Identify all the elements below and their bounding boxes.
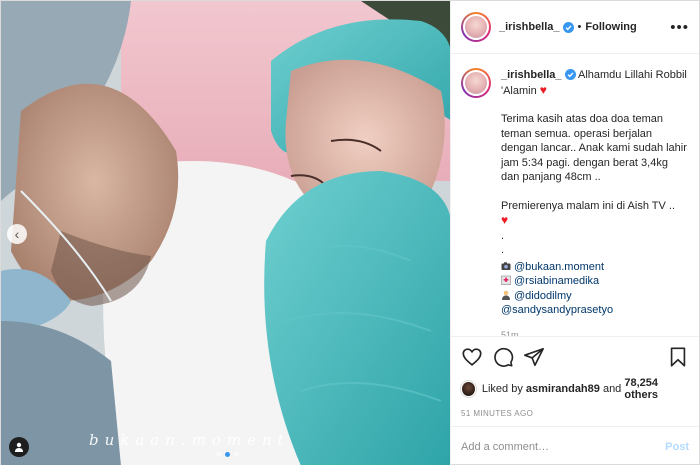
likes-summary: Liked by asmirandah89 and 78,254 others [461, 377, 689, 401]
mention-link[interactable]: @sandysandyprasetyo [501, 304, 613, 316]
following-button[interactable]: Following [585, 21, 636, 33]
instagram-post: bukaan.moment ‹ _irishbella_ • Following… [0, 0, 700, 465]
author-username[interactable]: _irishbella_ [499, 21, 560, 33]
add-comment-bar: Post [451, 426, 699, 465]
caption-paragraph-1: Terima kasih atas doa doa teman teman se… [501, 113, 687, 183]
more-options-icon[interactable]: ••• [670, 19, 689, 36]
caption-avatar[interactable] [461, 68, 491, 98]
caption-paragraph-2: Premierenya malam ini di Aish TV .. [501, 199, 676, 212]
action-icons [461, 345, 689, 369]
tagged-users-button[interactable] [9, 437, 29, 457]
verified-badge-icon [564, 69, 576, 80]
carousel-indicator [216, 452, 239, 457]
photo-watermark: bukaan.moment [89, 431, 290, 449]
comments-section[interactable]: _irishbella_ Alhamdu Lillahi Robbil 'Ala… [451, 54, 699, 336]
carousel-dot-active [225, 452, 230, 457]
header-separator: • [577, 21, 582, 33]
person-emoji-icon [502, 290, 510, 300]
save-bookmark-icon[interactable] [667, 346, 689, 368]
liked-by-and: and [599, 383, 625, 395]
comment-input[interactable] [461, 440, 666, 453]
mention-item: @didodilmy [501, 289, 689, 304]
verified-badge-icon [562, 21, 574, 33]
post-media[interactable]: bukaan.moment ‹ [1, 1, 450, 465]
mention-item: @sandysandyprasetyo [501, 303, 689, 318]
post-photo [1, 1, 450, 465]
heart-emoji-icon: ♥ [501, 213, 509, 227]
chevron-left-icon: ‹ [14, 226, 20, 242]
comment-icon[interactable] [492, 346, 514, 368]
caption-username[interactable]: _irishbella_ [501, 69, 562, 81]
mention-list: @bukaan.moment @rsiabinamedika @didodilm… [501, 260, 689, 336]
like-heart-icon[interactable] [461, 346, 483, 368]
author-avatar[interactable] [461, 12, 491, 42]
caption-dot: . [501, 229, 505, 242]
post-comment-button[interactable]: Post [665, 441, 689, 453]
camera-emoji-icon [501, 261, 511, 270]
post-header: _irishbella_ • Following ••• [451, 1, 699, 54]
caption: _irishbella_ Alhamdu Lillahi Robbil 'Ala… [461, 68, 689, 336]
heart-emoji-icon: ♥ [539, 82, 547, 97]
mention-link[interactable]: @rsiabinamedika [514, 275, 599, 287]
liked-by-user[interactable]: asmirandah89 [526, 383, 600, 395]
carousel-dot [234, 452, 239, 457]
carousel-dot [216, 452, 221, 457]
post-sidebar: _irishbella_ • Following ••• _irishbella… [450, 1, 699, 465]
share-icon[interactable] [523, 346, 545, 368]
post-actions: Liked by asmirandah89 and 78,254 others … [451, 336, 699, 426]
carousel-prev-button[interactable]: ‹ [7, 224, 27, 244]
caption-dot: . [501, 244, 505, 256]
mention-item: @rsiabinamedika [501, 274, 689, 289]
caption-time-cutoff: 51m [501, 329, 519, 336]
mention-link[interactable]: @bukaan.moment [514, 261, 604, 273]
user-icon [15, 442, 23, 452]
liked-by-prefix: Liked by [481, 383, 526, 395]
mention-item: @bukaan.moment [501, 260, 689, 275]
likes-count[interactable]: 78,254 others [624, 377, 689, 401]
caption-text: _irishbella_ Alhamdu Lillahi Robbil 'Ala… [501, 68, 689, 336]
mention-link[interactable]: @didodilmy [514, 290, 572, 302]
post-timestamp[interactable]: 51 MINUTES AGO [461, 409, 689, 426]
hospital-emoji-icon [501, 275, 511, 285]
liker-avatar[interactable] [461, 381, 476, 397]
